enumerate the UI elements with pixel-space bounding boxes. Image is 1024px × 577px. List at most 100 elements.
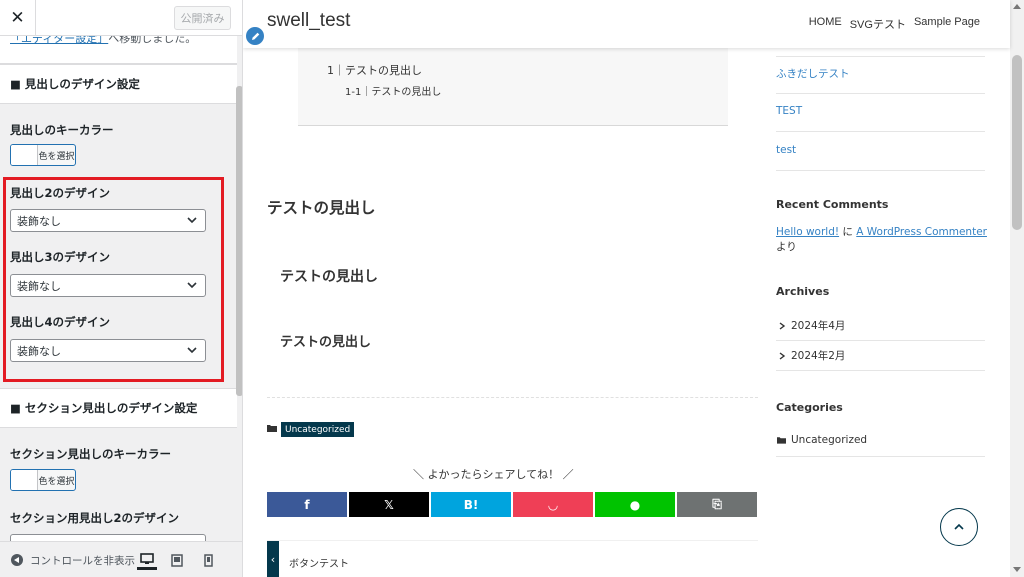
- heading-key-color-label: 見出しのキーカラー: [10, 123, 114, 137]
- publish-button[interactable]: 公開済み: [174, 6, 231, 30]
- archive-item[interactable]: 2024年2月: [777, 348, 845, 363]
- desktop-preview-button[interactable]: [137, 550, 157, 570]
- nav-home[interactable]: HOME: [809, 16, 842, 32]
- archive-label: 2024年4月: [791, 320, 846, 332]
- share-facebook-button[interactable]: f: [267, 492, 347, 517]
- recent-comments-title: Recent Comments: [776, 198, 889, 211]
- comment-author-link[interactable]: A WordPress Commenter: [856, 226, 987, 238]
- notice-rest: へ移動しました。: [108, 36, 197, 45]
- heading-design-section-title: ■ 見出しのデザイン設定: [0, 64, 237, 104]
- line-icon: ●: [629, 497, 641, 512]
- prev-post-link[interactable]: ‹ ボタンテスト: [267, 540, 758, 577]
- collapse-icon[interactable]: [11, 554, 23, 566]
- section-h2-design-select[interactable]: [10, 534, 206, 541]
- site-title[interactable]: swell_test: [267, 10, 350, 32]
- site-nav: HOME SVGテスト Sample Page: [801, 16, 980, 32]
- preview-scrollbar[interactable]: [1010, 0, 1024, 577]
- widget-page-link[interactable]: test: [776, 144, 796, 156]
- nav-svg-test[interactable]: SVGテスト: [850, 16, 906, 32]
- widget-divider: [776, 93, 985, 94]
- h2-design-label: 見出し2のデザイン: [10, 186, 111, 200]
- category-badge[interactable]: Uncategorized: [281, 422, 355, 437]
- close-customizer-button[interactable]: ✕: [0, 0, 36, 36]
- recent-comment: Hello world! に A WordPress Commenter より: [776, 225, 988, 255]
- facebook-icon: f: [304, 497, 310, 512]
- chevron-down-icon: [187, 217, 197, 224]
- content-divider: [267, 397, 758, 398]
- category-label: Uncategorized: [791, 434, 868, 446]
- scroll-to-top-button[interactable]: [940, 508, 978, 546]
- customizer-footer: コントロールを非表示: [0, 541, 242, 577]
- widget-divider: [776, 131, 985, 132]
- widget-divider: [776, 56, 985, 57]
- comment-tail: より: [776, 241, 797, 253]
- widget-page-link[interactable]: TEST: [776, 105, 802, 117]
- customizer-topbar: ✕ 公開済み: [0, 0, 242, 36]
- panel-scrollbar[interactable]: [236, 86, 242, 396]
- toc-subitem[interactable]: 1-1｜テストの見出し: [345, 83, 441, 98]
- mobile-icon: [203, 553, 213, 567]
- share-line-button[interactable]: ●: [595, 492, 675, 517]
- chevron-down-icon: [187, 282, 197, 289]
- color-picker-label: 色を選択: [38, 151, 75, 162]
- h2-design-value: 装飾なし: [17, 214, 61, 228]
- heading-key-color-button[interactable]: 色を選択: [10, 144, 76, 166]
- edit-shortcut-button[interactable]: [244, 25, 266, 47]
- color-swatch: [11, 145, 38, 165]
- h4-design-value: 装飾なし: [17, 344, 61, 358]
- widget-page-link[interactable]: ふきだしテスト: [776, 66, 850, 81]
- categories-title: Categories: [776, 401, 843, 414]
- tablet-preview-button[interactable]: [167, 550, 187, 570]
- comment-post-link[interactable]: Hello world!: [776, 226, 839, 238]
- scroll-up-icon[interactable]: [1013, 4, 1021, 9]
- widget-divider: [776, 170, 985, 171]
- scrollbar-thumb[interactable]: [1012, 55, 1022, 230]
- widget-divider: [776, 340, 985, 341]
- desktop-icon: [140, 552, 154, 564]
- share-hatena-button[interactable]: B!: [431, 492, 511, 517]
- clipboard-icon: ⎘: [712, 497, 722, 511]
- heading-h2: テストの見出し: [267, 199, 376, 217]
- toc-item[interactable]: 1｜テストの見出し: [327, 62, 422, 78]
- h3-design-value: 装飾なし: [17, 279, 61, 293]
- h4-design-label: 見出し4のデザイン: [10, 315, 111, 329]
- widget-divider: [776, 456, 985, 457]
- hide-controls-button[interactable]: コントロールを非表示: [30, 553, 135, 568]
- share-copy-button[interactable]: ⎘: [677, 492, 757, 517]
- share-x-button[interactable]: 𝕏: [349, 492, 429, 517]
- table-of-contents: 1｜テストの見出し 1-1｜テストの見出し: [298, 48, 728, 126]
- x-icon: 𝕏: [384, 497, 394, 512]
- pocket-icon: ◡: [548, 497, 558, 512]
- folder-icon: [267, 425, 277, 432]
- customizer-panel: 「エディター設定」へ移動しました。 ■ 見出しのデザイン設定 見出しのキーカラー…: [0, 36, 237, 541]
- color-swatch: [11, 470, 38, 490]
- moved-notice: 「エディター設定」へ移動しました。: [0, 36, 237, 64]
- nav-sample-page[interactable]: Sample Page: [914, 16, 980, 32]
- section-heading-design-title: ■ セクション見出しのデザイン設定: [0, 388, 237, 428]
- h3-design-select[interactable]: 装飾なし: [10, 274, 206, 297]
- chevron-left-icon: ‹: [267, 541, 279, 577]
- site-header: swell_test HOME SVGテスト Sample Page: [243, 0, 1010, 48]
- comment-join: に: [839, 226, 857, 238]
- section-key-color-button[interactable]: 色を選択: [10, 469, 76, 491]
- h2-design-select[interactable]: 装飾なし: [10, 209, 206, 232]
- category-item[interactable]: Uncategorized: [777, 434, 867, 446]
- h4-design-select[interactable]: 装飾なし: [10, 339, 206, 362]
- mobile-preview-button[interactable]: [198, 550, 218, 570]
- pencil-icon: [251, 32, 259, 40]
- customizer-screen: ✕ 公開済み 「エディター設定」へ移動しました。 ■ 見出しのデザイン設定 見出…: [0, 0, 1024, 577]
- share-pocket-button[interactable]: ◡: [513, 492, 593, 517]
- tablet-icon: [171, 553, 183, 567]
- widget-divider: [776, 370, 985, 371]
- chevron-right-icon: [779, 351, 786, 360]
- hatena-icon: B!: [463, 497, 479, 512]
- archive-item[interactable]: 2024年4月: [777, 318, 845, 333]
- scroll-down-icon[interactable]: [1013, 567, 1021, 572]
- archive-label: 2024年2月: [791, 350, 846, 362]
- editor-settings-link[interactable]: 「エディター設定」: [10, 36, 108, 45]
- color-picker-label: 色を選択: [38, 476, 75, 487]
- folder-icon: [777, 437, 786, 444]
- section-key-color-label: セクション見出しのキーカラー: [10, 447, 171, 461]
- archives-title: Archives: [776, 285, 830, 298]
- share-title: ＼ よかったらシェアしてね！ ／: [413, 468, 574, 481]
